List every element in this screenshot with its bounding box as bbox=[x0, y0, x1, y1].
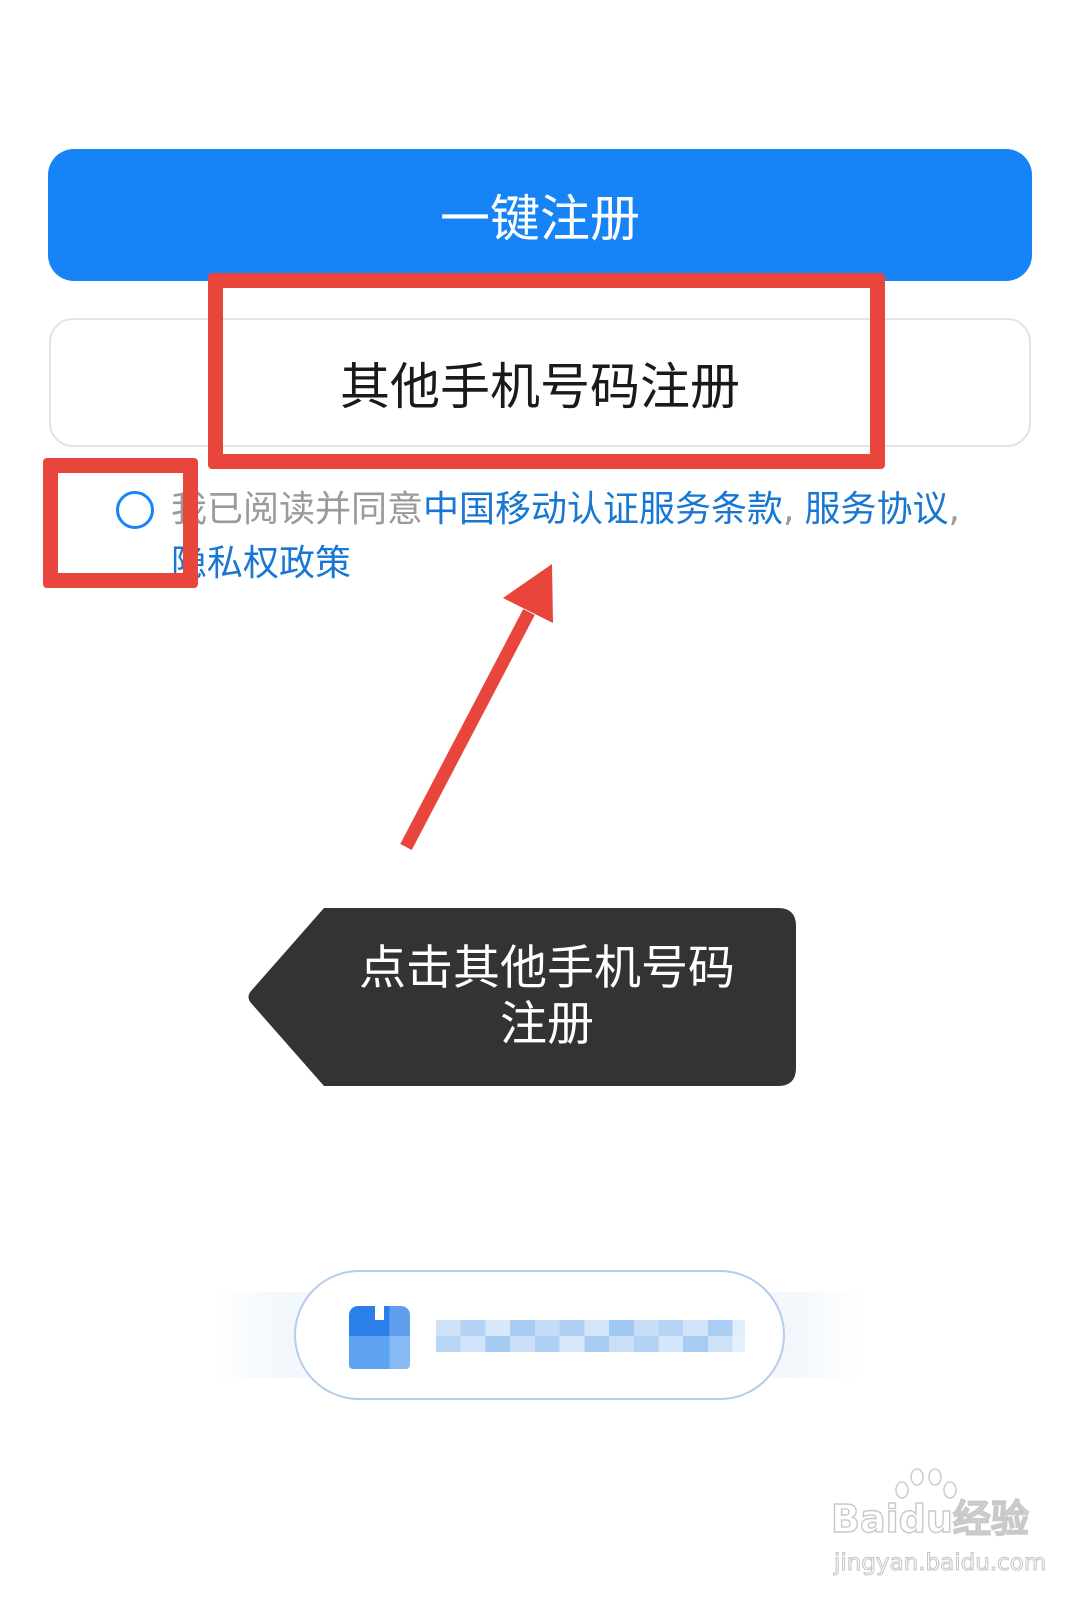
one-click-register-button[interactable]: 一键注册 bbox=[48, 149, 1032, 281]
agreement-separator: , bbox=[948, 489, 960, 530]
instruction-callout-text: 点击其他手机号码 注册 bbox=[324, 941, 770, 1053]
one-click-register-label: 一键注册 bbox=[440, 190, 640, 248]
watermark-url: jingyan.baidu.com bbox=[833, 1550, 1047, 1577]
paw-toe bbox=[895, 1481, 909, 1499]
privacy-policy-link[interactable]: 隐私权政策 bbox=[171, 543, 351, 584]
agreement-separator: , bbox=[783, 489, 795, 530]
callout-line-2: 注册 bbox=[500, 997, 594, 1052]
agreement-prefix: 我已阅读并同意 bbox=[171, 489, 424, 530]
register-screen: 一键注册 其他手机号码注册 我已阅读并同意中国移动认证服务条款, 服务协议, 隐私… bbox=[0, 0, 1080, 1599]
pixelated-label bbox=[436, 1320, 745, 1352]
arrow-shaft bbox=[400, 608, 535, 851]
watermark-brand: Baidu经验 bbox=[830, 1496, 1029, 1541]
agreement-text: 我已阅读并同意中国移动认证服务条款, 服务协议, 隐私权政策 bbox=[171, 483, 960, 591]
agreement-line-2: 隐私权政策 bbox=[171, 537, 960, 591]
pixelated-label-row bbox=[436, 1320, 745, 1336]
callout-line-1: 点击其他手机号码 bbox=[359, 941, 735, 996]
app-icon bbox=[349, 1306, 410, 1369]
paw-toe bbox=[928, 1468, 942, 1486]
agreement-line-1: 我已阅读并同意中国移动认证服务条款, 服务协议, bbox=[171, 483, 960, 537]
paw-toe bbox=[910, 1468, 924, 1486]
bottom-login-pill[interactable] bbox=[294, 1270, 785, 1400]
cmcc-terms-link[interactable]: 中国移动认证服务条款 bbox=[423, 489, 783, 530]
service-agreement-link[interactable]: 服务协议 bbox=[804, 489, 948, 530]
highlight-box-other-phone-register bbox=[208, 273, 885, 469]
pixelated-label-row bbox=[436, 1336, 745, 1352]
paw-toe bbox=[943, 1481, 957, 1499]
highlight-box-checkbox bbox=[43, 458, 198, 588]
